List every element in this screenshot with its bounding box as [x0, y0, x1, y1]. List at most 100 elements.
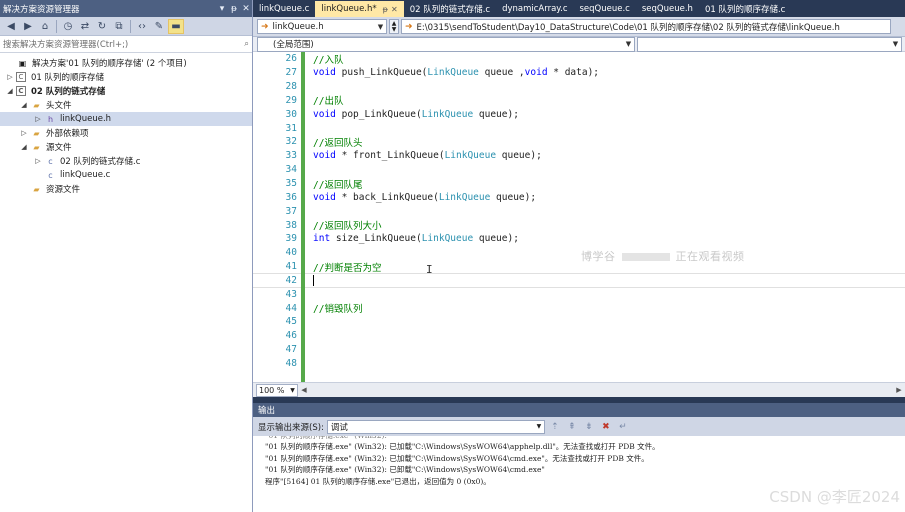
editor-tab-label: dynamicArray.c	[502, 4, 568, 14]
clear-all-icon[interactable]: ✖	[599, 420, 613, 434]
previous-message-icon[interactable]: ⇞	[565, 420, 579, 434]
scroll-right-icon[interactable]: ▶	[893, 386, 905, 394]
collapsed-arrow-icon[interactable]: ▷	[32, 157, 44, 165]
solution-search-box[interactable]: 搜索解决方案资源管理器(Ctrl+;) ⌕	[0, 36, 252, 53]
member-combo[interactable]: ▼	[637, 36, 902, 52]
code-line[interactable]: 44 //销毁队列	[253, 301, 905, 316]
chevron-down-icon[interactable]: ▼	[623, 40, 634, 48]
forward-icon[interactable]: ▶	[20, 19, 36, 34]
code-line[interactable]: 33 void * front_LinkQueue(LinkQueue queue…	[253, 149, 905, 163]
tree-node[interactable]: ▣ 解决方案'01 队列的顺序存储' (2 个项目)	[0, 56, 252, 70]
code-line[interactable]: 40	[253, 246, 905, 260]
search-icon[interactable]: ⌕	[244, 39, 249, 49]
editor-tab[interactable]: linkQueue.h* ᵽ ✕	[315, 1, 404, 17]
expanded-arrow-icon[interactable]: ◢	[18, 143, 30, 151]
code-line[interactable]: 45	[253, 315, 905, 329]
find-message-icon[interactable]: ⇡	[548, 420, 562, 434]
collapsed-arrow-icon[interactable]: ▷	[18, 129, 30, 137]
code-line[interactable]: 36 void * back_LinkQueue(LinkQueue queue)…	[253, 190, 905, 204]
collapse-all-icon[interactable]: ⧉	[111, 19, 127, 34]
word-wrap-icon[interactable]: ↵	[616, 420, 630, 434]
code-line[interactable]: 34	[253, 163, 905, 177]
sync-icon[interactable]: ⇄	[77, 19, 93, 34]
view-code-icon[interactable]: ‹›	[134, 19, 150, 34]
output-source-select[interactable]: 调试 ▼	[326, 419, 545, 434]
refresh-icon[interactable]: ↻	[94, 19, 110, 34]
scroll-left-icon[interactable]: ◀	[298, 386, 310, 394]
pin-icon[interactable]: ᵽ	[383, 5, 388, 14]
close-icon[interactable]: ✕	[240, 4, 252, 14]
folder-icon: ▰	[33, 142, 40, 152]
tree-node[interactable]: ▰ 资源文件	[0, 182, 252, 196]
tree-node[interactable]: ◢ ▰ 源文件	[0, 140, 252, 154]
code-line[interactable]: 43	[253, 287, 905, 301]
tree-node[interactable]: ▷ c 02 队列的链式存储.c	[0, 154, 252, 168]
code-line[interactable]: 28	[253, 80, 905, 94]
tree-node[interactable]: ▷ h linkQueue.h	[0, 112, 252, 126]
folder-icon: ▰	[33, 184, 40, 194]
collapsed-arrow-icon[interactable]: ▷	[4, 73, 16, 81]
output-line: "01 队列的顺序存储.exe" (Win32): 已卸载"C:\Windows…	[265, 465, 545, 474]
code-line[interactable]: 47	[253, 343, 905, 357]
tree-node[interactable]: ◢ C 02 队列的链式存储	[0, 84, 252, 98]
file-combo[interactable]: ➜ linkQueue.h ▼	[257, 19, 387, 34]
line-number: 45	[285, 316, 297, 328]
editor-tab[interactable]: seqQueue.h	[636, 1, 699, 17]
chevron-down-icon[interactable]: ▼	[288, 387, 297, 394]
expanded-arrow-icon[interactable]: ◢	[18, 101, 30, 109]
chevron-down-icon[interactable]: ▼	[375, 23, 386, 31]
code-line[interactable]: 27 void push_LinkQueue(LinkQueue queue ,v…	[253, 66, 905, 80]
editor-tab[interactable]: linkQueue.c	[253, 1, 315, 17]
pin-icon[interactable]: ᵽ	[228, 4, 240, 14]
code-line[interactable]: 32 //返回队头	[253, 135, 905, 149]
code-line[interactable]: 46	[253, 329, 905, 343]
code-line[interactable]: 29 //出队	[253, 94, 905, 108]
code-token: LinkQueue	[444, 150, 497, 162]
tree-node[interactable]: ▷ ▰ 外部依赖项	[0, 126, 252, 140]
line-number: 41	[285, 261, 297, 273]
code-line[interactable]: 31	[253, 121, 905, 135]
editor-tab[interactable]: dynamicArray.c	[496, 1, 573, 17]
code-line[interactable]: 38 //返回队列大小	[253, 218, 905, 233]
code-token: void	[313, 191, 336, 203]
editor-tab[interactable]: seqQueue.c	[574, 1, 636, 17]
output-source-value: 调试	[330, 422, 348, 433]
output-toolbar: 显示输出来源(S): 调试 ▼ ⇡ ⇞ ⇟ ✖ ↵	[253, 417, 905, 436]
path-combo[interactable]: ➜ E:\0315\sendToStudent\Day10_DataStruct…	[401, 19, 891, 34]
code-editor[interactable]: 26//入队 27 void push_LinkQueue(LinkQueue qu…	[253, 52, 905, 382]
editor-horizontal-scrollbar[interactable]: 100 % ▼ ◀ ▶	[253, 382, 905, 397]
editor-tab[interactable]: 02 队列的链式存储.c	[404, 1, 496, 17]
close-tab-icon[interactable]: ✕	[391, 5, 398, 14]
line-number: 33	[285, 150, 297, 162]
code-line[interactable]: 39 int size_LinkQueue(LinkQueue queue);	[253, 232, 905, 246]
code-line[interactable]: 42	[253, 272, 905, 289]
output-text[interactable]: "01 队列的顺序存储.exe" (Win32): "01 队列的顺序存储.ex…	[253, 436, 905, 512]
code-line[interactable]: 35 //返回队尾	[253, 177, 905, 191]
tree-node[interactable]: ▷ C 01 队列的顺序存储	[0, 70, 252, 84]
code-text: //返回队列大小	[299, 218, 381, 232]
dropdown-icon[interactable]: ▾	[216, 4, 228, 14]
chevron-down-icon[interactable]: ▼	[890, 40, 901, 48]
back-icon[interactable]: ◀	[3, 19, 19, 34]
code-token: * front_LinkQueue(	[335, 150, 445, 162]
expanded-arrow-icon[interactable]: ◢	[4, 87, 16, 95]
code-line[interactable]: 26 //入队	[253, 52, 905, 66]
code-line[interactable]: 37	[253, 204, 905, 218]
code-line[interactable]: 41 //判断是否为空	[253, 260, 905, 274]
split-toggle-icon[interactable]: ▲ ▼	[389, 19, 399, 34]
preview-selected-icon[interactable]: ▬	[168, 18, 184, 34]
scope-combo[interactable]: (全局范围) ▼	[257, 36, 635, 52]
zoom-combo[interactable]: 100 % ▼	[256, 383, 298, 397]
history-icon[interactable]: ◷	[60, 19, 76, 34]
tree-node[interactable]: c linkQueue.c	[0, 168, 252, 182]
code-line[interactable]: 48	[253, 357, 905, 371]
home-icon[interactable]: ⌂	[37, 19, 53, 34]
collapsed-arrow-icon[interactable]: ▷	[32, 115, 44, 123]
tree-node-label: 02 队列的链式存储	[31, 87, 106, 97]
next-message-icon[interactable]: ⇟	[582, 420, 596, 434]
editor-tab[interactable]: 01 队列的顺序存储.c	[699, 1, 791, 17]
properties-icon[interactable]: ✎	[151, 19, 167, 34]
code-line[interactable]: 30 void pop_LinkQueue(LinkQueue queue);	[253, 107, 905, 121]
tree-node[interactable]: ◢ ▰ 头文件	[0, 98, 252, 112]
chevron-down-icon[interactable]: ▼	[534, 423, 544, 430]
